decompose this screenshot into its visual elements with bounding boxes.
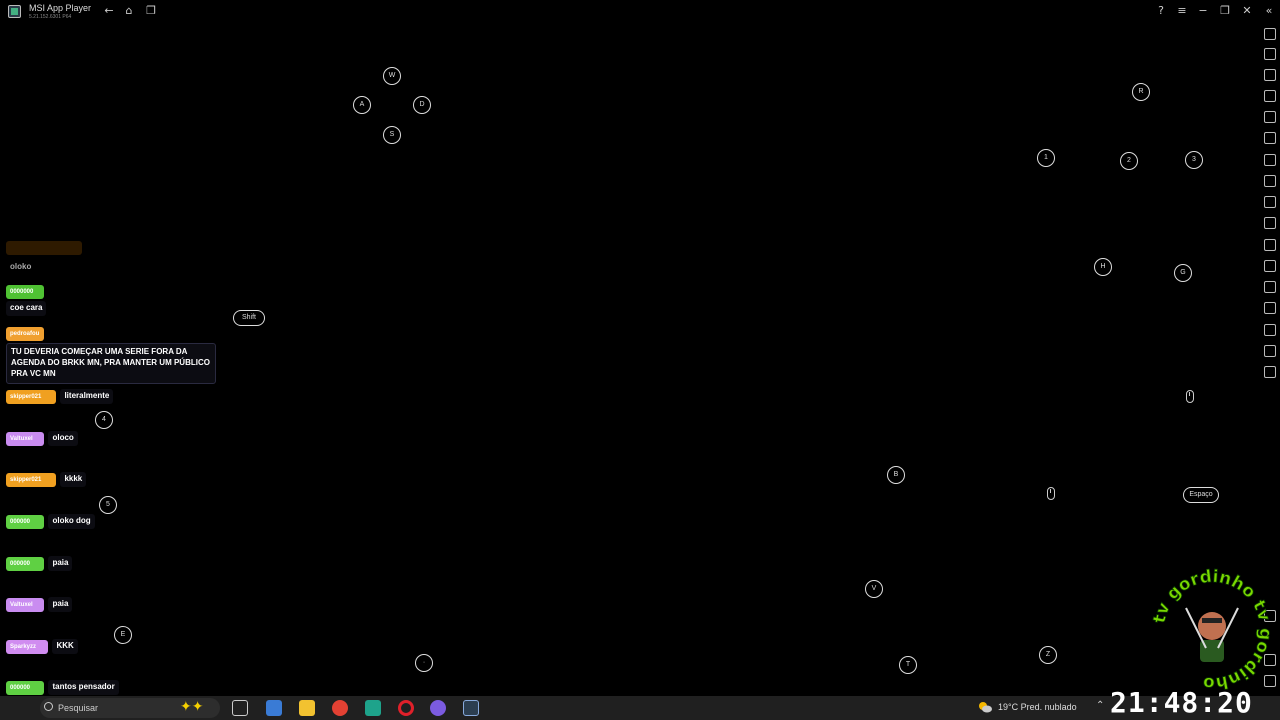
discord-icon[interactable] xyxy=(430,700,446,716)
mouse-fire-icon[interactable] xyxy=(1047,487,1055,500)
chat-message: Valtuxel paia xyxy=(6,593,73,612)
key-g[interactable]: G xyxy=(1174,264,1192,282)
chat-message: skipper021 kkkk xyxy=(6,468,87,487)
chat-username: Valtuxel xyxy=(6,432,44,446)
search-icon xyxy=(44,702,53,711)
key-s[interactable]: S xyxy=(383,126,401,144)
search-placeholder[interactable]: Pesquisar xyxy=(58,703,98,713)
chat-message: 000000 paia xyxy=(6,552,73,571)
task-view-icon[interactable] xyxy=(232,700,248,716)
chat-message: 0000000 coe cara xyxy=(6,280,47,316)
app-version: 5.21.152.6301 P64 xyxy=(29,14,72,20)
msi-app-player-taskbar-icon[interactable] xyxy=(463,700,479,716)
back-icon[interactable]: ← xyxy=(102,4,116,18)
chat-text: oloco xyxy=(48,431,78,446)
multi-instance-icon[interactable]: ❐ xyxy=(144,4,158,18)
chat-text: oloko dog xyxy=(48,514,95,529)
fullscreen-icon[interactable] xyxy=(1264,28,1276,40)
chat-message: oloko xyxy=(6,241,82,275)
chat-text: KKK xyxy=(52,639,78,654)
chat-username: pedroafou xyxy=(6,327,44,341)
eco-icon[interactable] xyxy=(1264,302,1276,314)
opera-icon[interactable] xyxy=(398,700,414,716)
chat-text: kkkk xyxy=(60,472,87,487)
chat-text: oloko xyxy=(10,262,32,271)
chrome-icon[interactable] xyxy=(332,700,348,716)
chat-username: 0000000 xyxy=(6,285,44,299)
chat-message: 000000 tantos pensador xyxy=(6,676,119,695)
restore-state-icon[interactable] xyxy=(1264,366,1276,378)
chat-text: literalmente xyxy=(60,389,114,404)
volume-icon[interactable] xyxy=(1264,48,1276,60)
key-2[interactable]: 2 xyxy=(1120,152,1138,170)
screenshot-icon[interactable] xyxy=(1264,196,1276,208)
location-icon[interactable] xyxy=(1264,324,1276,336)
record-icon[interactable] xyxy=(1264,217,1276,229)
mouse-aim-icon[interactable] xyxy=(1186,390,1194,403)
app-title: MSI App Player xyxy=(29,3,92,13)
channel-logo: tv gordinho tv gordinho xyxy=(1150,568,1274,692)
key-a[interactable]: A xyxy=(353,96,371,114)
title-bar: MSI App Player 5.21.152.6301 P64 ← ⌂ ❐ ?… xyxy=(0,0,1280,24)
layers-icon[interactable] xyxy=(1264,345,1276,357)
menu-icon[interactable]: ≡ xyxy=(1175,4,1189,18)
close-icon[interactable]: ✕ xyxy=(1240,4,1254,18)
chat-username: 000000 xyxy=(6,557,44,571)
chat-message: 000000 oloko dog xyxy=(6,510,95,529)
keyboard-icon[interactable] xyxy=(1264,90,1276,102)
key-b[interactable]: B xyxy=(887,466,905,484)
airplane-icon[interactable] xyxy=(1264,260,1276,272)
key-shift[interactable]: Shift xyxy=(233,310,265,326)
chat-text: paia xyxy=(48,556,73,571)
key-space[interactable]: Espaço xyxy=(1183,487,1219,503)
minimize-icon[interactable]: − xyxy=(1196,4,1210,18)
macro-icon[interactable] xyxy=(1264,111,1276,123)
restore-icon[interactable]: ❐ xyxy=(1218,4,1232,18)
clock: 21:48:20 xyxy=(1110,686,1253,719)
chat-message: pedroafou TU DEVERIA COMEÇAR UMA SERIE F… xyxy=(6,322,216,384)
key-t[interactable]: T xyxy=(899,656,917,674)
chat-message: Valtuxel oloco xyxy=(6,427,78,446)
key-r[interactable]: R xyxy=(1132,83,1150,101)
gamepad-icon[interactable] xyxy=(1264,154,1276,166)
stream-chat: oloko 0000000 coe cara pedroafou TU DEVE… xyxy=(0,238,220,698)
chat-username: skipper021 xyxy=(6,473,56,487)
chat-text: TU DEVERIA COMEÇAR UMA SERIE FORA DA AGE… xyxy=(6,343,216,384)
home-icon[interactable]: ⌂ xyxy=(122,4,136,18)
key-h[interactable]: H xyxy=(1094,258,1112,276)
app-logo-icon xyxy=(8,5,21,18)
performance-icon[interactable] xyxy=(1264,175,1276,187)
key-dot[interactable]: · xyxy=(415,654,433,672)
key-d[interactable]: D xyxy=(413,96,431,114)
weather-icon xyxy=(978,700,992,713)
chat-username: 000000 xyxy=(6,515,44,529)
sync-icon[interactable] xyxy=(1264,132,1276,144)
chat-username: Sparkyzz xyxy=(6,640,48,654)
chat-username: Valtuxel xyxy=(6,598,44,612)
rotate-icon[interactable] xyxy=(1264,281,1276,293)
tray-expand-icon[interactable]: ⌃ xyxy=(1096,700,1104,711)
weather-text[interactable]: 19°C Pred. nublado xyxy=(998,702,1077,712)
chat-username: 000000 xyxy=(6,681,44,695)
copilot-sparkle-icon[interactable]: ✦✦ xyxy=(180,698,203,715)
chat-text: paia xyxy=(48,597,73,612)
chat-message: skipper021 literalmente xyxy=(6,385,114,404)
collapse-sidebar-icon[interactable]: « xyxy=(1262,4,1276,18)
chat-text: tantos pensador xyxy=(48,680,119,695)
app-icon[interactable] xyxy=(365,700,381,716)
key-1[interactable]: 1 xyxy=(1037,149,1055,167)
screen-record-icon[interactable] xyxy=(1264,69,1276,81)
help-icon[interactable]: ? xyxy=(1154,4,1168,18)
file-explorer-icon[interactable] xyxy=(299,700,315,716)
chat-username: skipper021 xyxy=(6,390,56,404)
folder-icon[interactable] xyxy=(1264,239,1276,251)
store-icon[interactable] xyxy=(266,700,282,716)
chat-username xyxy=(6,241,82,255)
key-3[interactable]: 3 xyxy=(1185,151,1203,169)
chat-text: coe cara xyxy=(6,301,47,316)
chat-message: Sparkyzz KKK xyxy=(6,635,78,654)
key-v[interactable]: V xyxy=(865,580,883,598)
key-z[interactable]: Z xyxy=(1039,646,1057,664)
key-w[interactable]: W xyxy=(383,67,401,85)
